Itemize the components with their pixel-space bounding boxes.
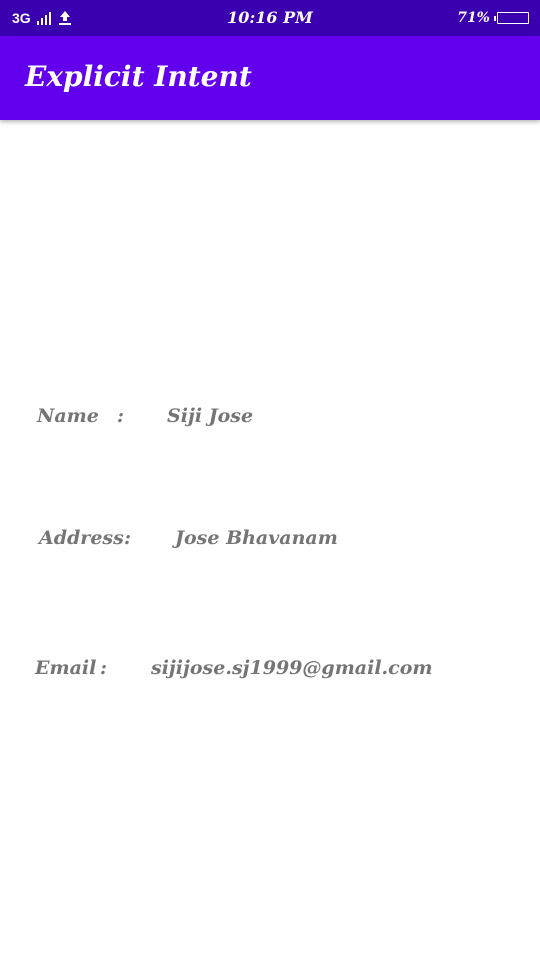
name-value: Siji Jose: [167, 405, 254, 427]
app-title: Explicit Intent: [25, 60, 252, 93]
address-separator: :: [124, 527, 132, 549]
battery-icon: [494, 11, 530, 25]
address-label: Address: [39, 527, 124, 549]
name-label: Name: [37, 405, 99, 427]
app-bar: Explicit Intent: [0, 36, 540, 120]
email-label: Email: [35, 657, 97, 679]
email-separator: :: [100, 657, 108, 679]
address-value: Jose Bhavanam: [175, 527, 338, 549]
email-value: sijijose.sj1999@gmail.com: [151, 657, 433, 679]
name-separator: :: [117, 405, 125, 427]
status-bar: 3G 10:16 PM 71%: [0, 0, 540, 36]
battery-percent: 71%: [457, 10, 490, 26]
status-right-group: 71%: [457, 8, 530, 28]
